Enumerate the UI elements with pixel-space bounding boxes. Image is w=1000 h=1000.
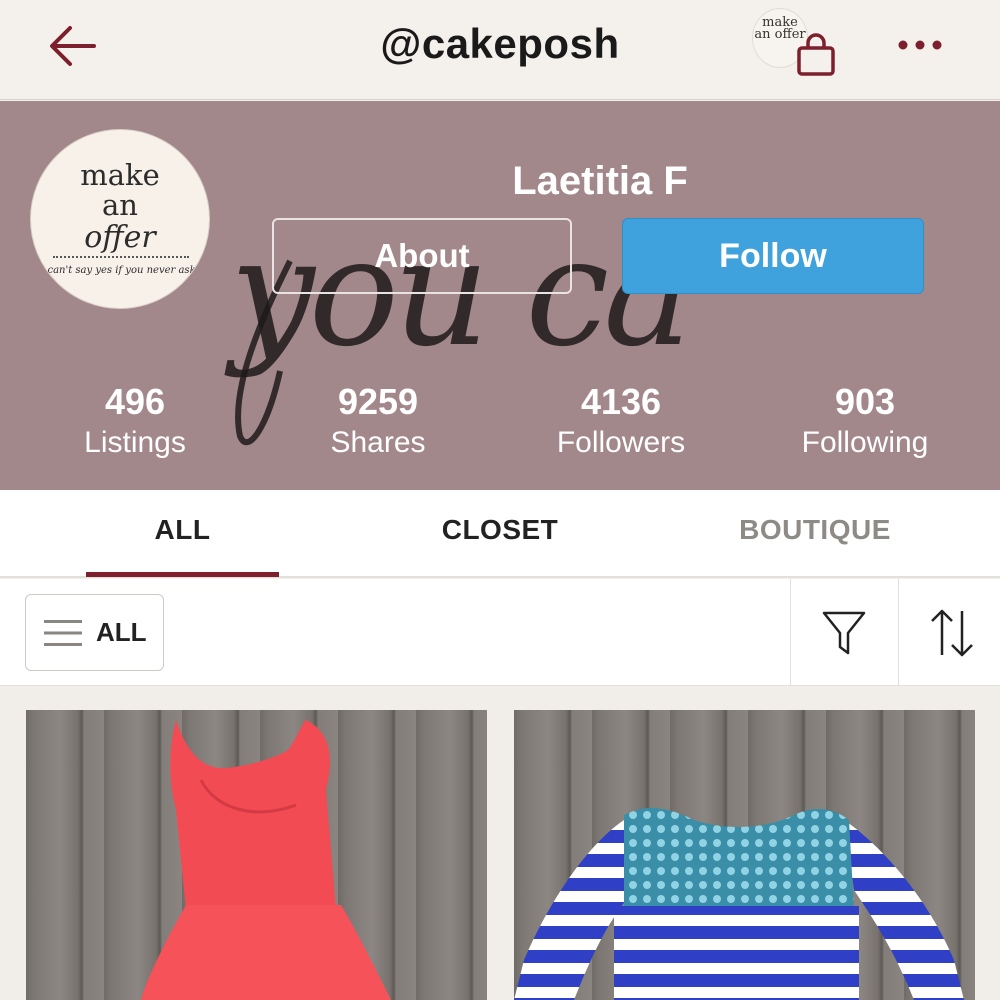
page-title: @cakeposh — [380, 20, 620, 67]
sort-arrows-icon[interactable] — [928, 607, 976, 659]
avatar-divider — [53, 256, 189, 258]
closet-tabs: ALL CLOSET BOUTIQUE — [0, 490, 1000, 578]
shopping-bag-icon[interactable] — [792, 32, 840, 80]
filter-funnel-icon[interactable] — [820, 609, 868, 657]
stat-value: 4136 — [580, 381, 662, 422]
active-tab-indicator — [86, 572, 279, 577]
listing-grid — [0, 687, 1000, 1000]
tab-closet[interactable]: CLOSET — [400, 514, 600, 546]
stat-label: Followers — [556, 426, 686, 459]
category-filter-label: ALL — [96, 617, 147, 647]
menu-icon — [44, 620, 82, 646]
divider — [898, 579, 899, 686]
stat-shares[interactable]: 9259 Shares — [278, 381, 478, 463]
coral-dress-image — [141, 720, 391, 1000]
striped-top-image — [514, 808, 964, 1000]
stat-value: 903 — [834, 381, 896, 422]
divider — [790, 579, 791, 686]
about-button[interactable]: About — [272, 218, 572, 294]
category-filter-button[interactable]: ALL — [25, 594, 164, 671]
stat-label: Following — [801, 426, 929, 459]
more-options-icon[interactable] — [893, 28, 953, 64]
top-nav-bar: @cakeposh make an offer — [0, 0, 1000, 100]
stat-value: 9259 — [337, 381, 419, 422]
listing-card[interactable] — [514, 710, 975, 1000]
avatar-line-2: an — [102, 188, 138, 222]
stat-value: 496 — [104, 381, 166, 422]
stat-label: Listings — [84, 426, 186, 459]
profile-header: you ca make an offer I can't say yes if … — [0, 101, 1000, 490]
follow-button[interactable]: Follow — [622, 218, 924, 294]
stat-followers[interactable]: 4136 Followers — [521, 381, 721, 463]
profile-avatar[interactable]: make an offer I can't say yes if you nev… — [30, 129, 210, 309]
tab-boutique[interactable]: BOUTIQUE — [715, 514, 915, 546]
back-arrow-icon[interactable] — [40, 18, 110, 74]
stat-label: Shares — [330, 426, 426, 459]
filter-bar: ALL — [0, 579, 1000, 686]
profile-stats: 496 Listings 9259 Shares 4136 Followers … — [0, 381, 1000, 471]
avatar-tagline: I can't say yes if you never ask! — [40, 265, 200, 276]
stat-following[interactable]: 903 Following — [765, 381, 965, 463]
stat-listings[interactable]: 496 Listings — [35, 381, 235, 463]
avatar-line-3: offer — [84, 220, 156, 255]
listing-card[interactable] — [26, 710, 487, 1000]
profile-name: Laetitia F — [512, 159, 688, 203]
tab-all[interactable]: ALL — [86, 514, 279, 546]
avatar-line-1: make — [80, 158, 160, 192]
